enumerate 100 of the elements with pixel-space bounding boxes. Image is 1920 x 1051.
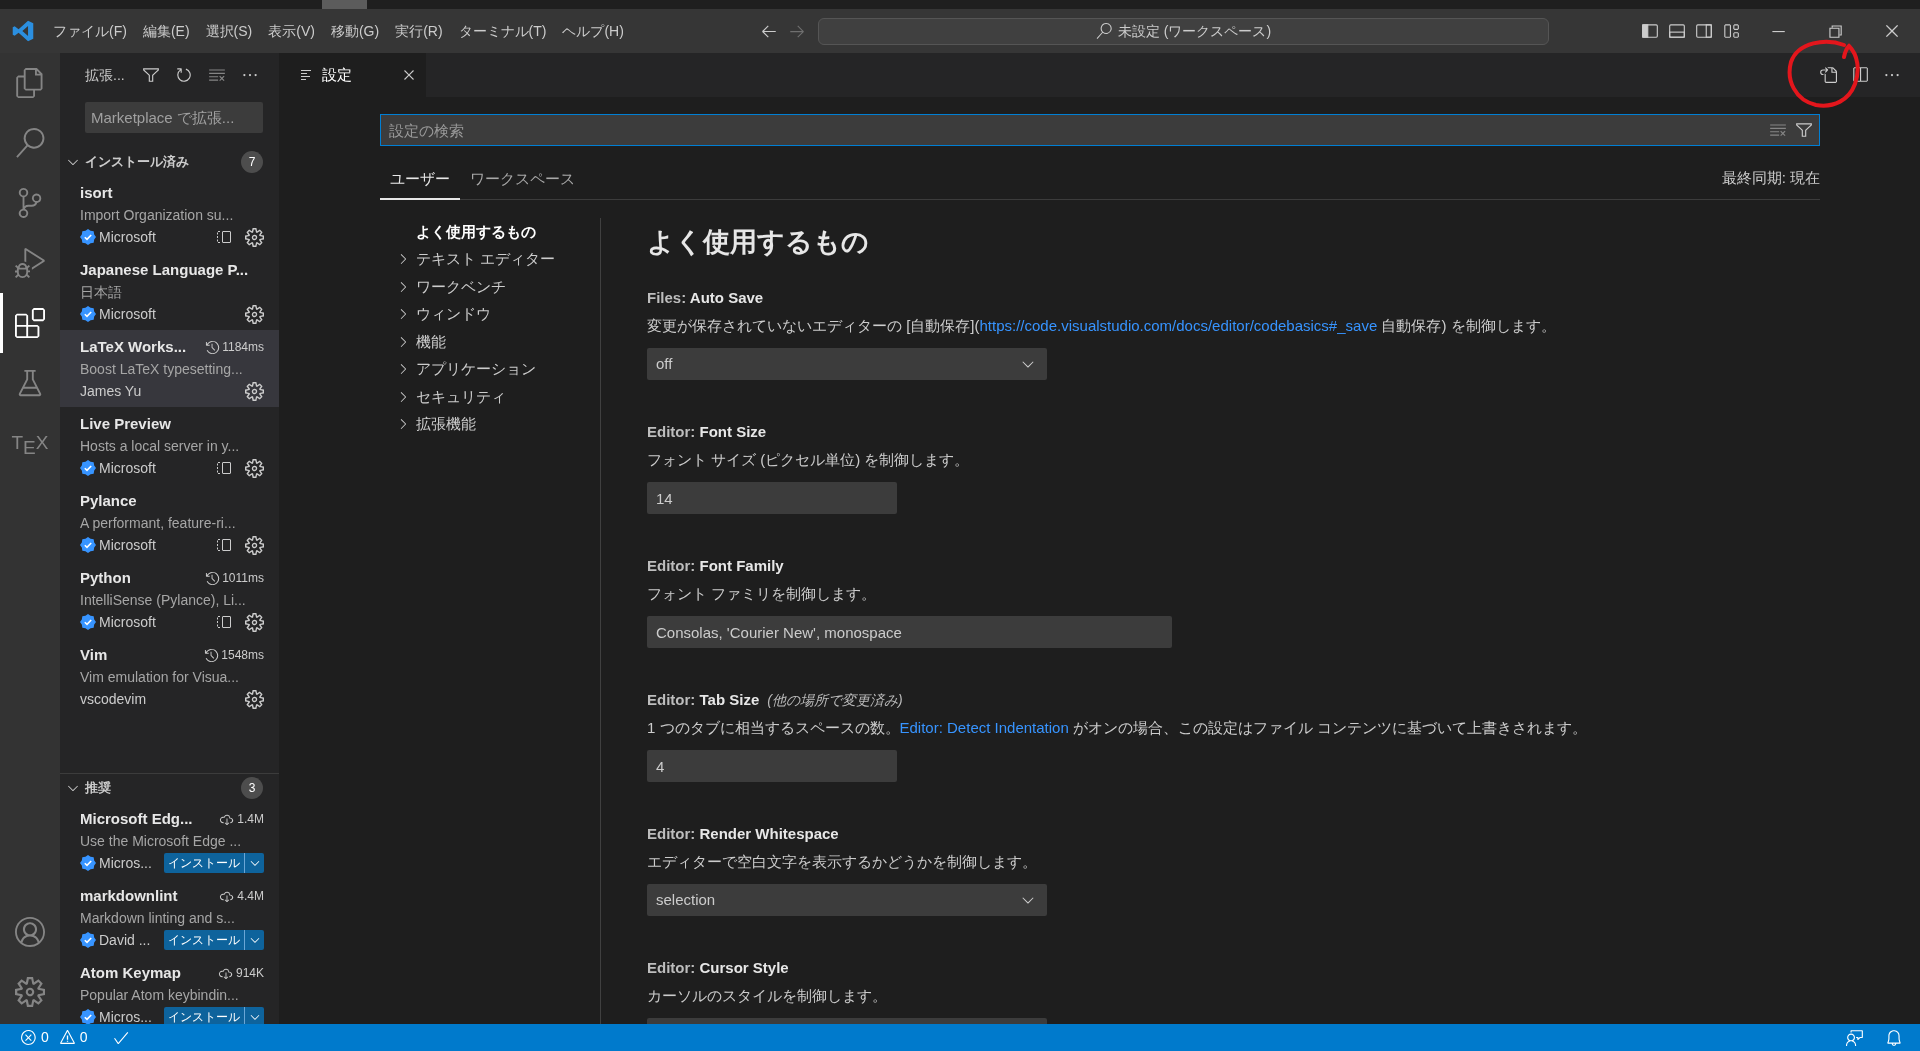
split-editor-icon[interactable]	[1851, 66, 1869, 84]
search-icon	[15, 128, 45, 158]
install-options-button[interactable]	[244, 1007, 264, 1024]
sidebar-right-icon[interactable]	[1694, 22, 1713, 40]
menu-item[interactable]: 移動(G)	[322, 16, 388, 46]
toc-item[interactable]: ウィンドウ	[380, 300, 600, 328]
menu-item[interactable]: 選択(S)	[197, 16, 261, 46]
editor-tab[interactable]: 設定	[279, 53, 426, 97]
install-button[interactable]: インストール	[164, 853, 244, 873]
section-header[interactable]: インストール済み 7	[60, 148, 279, 176]
toc-item[interactable]: テキスト エディター	[380, 245, 600, 273]
dropdown[interactable]: off	[647, 348, 1047, 380]
search-field[interactable]: 設定の検索	[380, 114, 1820, 146]
menu-item[interactable]: ターミナル(T)	[450, 16, 555, 46]
count-badge: 7	[241, 151, 263, 173]
clear-filter-icon[interactable]	[1769, 121, 1787, 139]
extension-item[interactable]: Microsoft Edg... 1.4M Use the Microsoft Edge ... Micros... インストール	[60, 802, 279, 879]
section-header[interactable]: 推奨 3	[60, 774, 279, 802]
problems-button[interactable]: 0 0	[14, 1024, 94, 1051]
filter-icon[interactable]	[142, 66, 160, 84]
extension-item[interactable]: Japanese Language P... 日本語 Microsoft	[60, 253, 279, 330]
refresh-icon[interactable]	[175, 66, 193, 84]
extension-item[interactable]: Vim 1548ms Vim emulation for Visua... vscodevim	[60, 638, 279, 715]
extension-item[interactable]: markdownlint 4.4M Markdown linting and s... David ... インストール	[60, 879, 279, 956]
setting-description: カーソルのスタイルを制御します。	[647, 986, 888, 1006]
publisher-name: vscodevim	[80, 689, 147, 709]
setting-title: Editor: Render Whitespace	[647, 823, 839, 844]
link[interactable]: Editor: Detect Indentation	[899, 719, 1069, 736]
menu-item[interactable]: 表示(V)	[260, 16, 323, 46]
panel-icon[interactable]	[215, 614, 233, 630]
extension-description: A performant, feature-ri...	[80, 513, 236, 533]
sidebar-left-icon[interactable]	[1640, 22, 1659, 40]
gear-icon[interactable]	[245, 227, 264, 247]
setting-description: 変更が保存されていないエディターの [自動保存](https://code.visualstudio.com/docs/editor/codebasics#_save 自動保存) を制御します。	[647, 316, 1557, 336]
extension-description: Vim emulation for Visua...	[80, 667, 239, 687]
command-center[interactable]: 未設定 (ワークスペース)	[818, 17, 1549, 45]
menu-item[interactable]: 編集(E)	[134, 16, 198, 46]
menu-item[interactable]: 実行(R)	[387, 16, 451, 46]
install-button[interactable]: インストール	[164, 930, 244, 950]
extension-item[interactable]: Live Preview Hosts a local server in y... Microsoft	[60, 407, 279, 484]
bell-icon[interactable]	[1885, 1028, 1903, 1047]
gear-icon[interactable]	[245, 381, 264, 401]
publisher-name: Microsoft	[99, 304, 156, 324]
filter-icon[interactable]	[1795, 121, 1813, 139]
setting-title: Editor: Font Family	[647, 555, 784, 576]
gear-icon[interactable]	[245, 535, 264, 555]
layout-icon[interactable]	[1721, 22, 1740, 40]
install-options-button[interactable]	[244, 853, 264, 873]
warning-icon	[58, 1029, 76, 1046]
search-field[interactable]: Marketplace で拡張...	[85, 102, 263, 133]
toc-item[interactable]: 機能	[380, 328, 600, 356]
gear-icon[interactable]	[245, 458, 264, 478]
menu-item[interactable]: ヘルプ(H)	[554, 16, 632, 46]
toc-item[interactable]: セキュリティ	[380, 383, 600, 411]
scope-tab[interactable]: ユーザー	[380, 160, 460, 200]
publisher-name: James Yu	[80, 381, 142, 401]
menu-item[interactable]: ファイル(F)	[45, 16, 135, 46]
publisher-name: Micros...	[99, 1007, 152, 1024]
feedback-icon[interactable]	[1846, 1028, 1864, 1047]
panel-icon[interactable]	[215, 229, 233, 245]
number-input[interactable]: 4	[647, 750, 897, 782]
gear-icon[interactable]	[245, 612, 264, 632]
extension-name: Pylance	[80, 490, 137, 511]
publisher-name: Microsoft	[99, 227, 156, 247]
number-input[interactable]: 14	[647, 482, 897, 514]
scope-tab[interactable]: ワークスペース	[460, 160, 585, 200]
install-options-button[interactable]	[244, 930, 264, 950]
modified-note: (他の場所で変更済み)	[767, 690, 903, 710]
extension-name: markdownlint	[80, 885, 178, 906]
toc-item[interactable]: アプリケーション	[380, 355, 600, 383]
toc-item[interactable]: 拡張機能	[380, 410, 600, 438]
extension-name: Japanese Language P...	[80, 259, 249, 280]
gear-icon[interactable]	[245, 689, 264, 709]
extension-description: IntelliSense (Pylance), Li...	[80, 590, 246, 610]
search-icon	[1095, 23, 1112, 39]
clear-all-icon[interactable]	[208, 66, 226, 84]
gear-icon[interactable]	[245, 304, 264, 324]
toc-item[interactable]: ワークベンチ	[380, 273, 600, 301]
panel-bottom-icon[interactable]	[1667, 22, 1686, 40]
setting-description: フォント サイズ (ピクセル単位) を制御します。	[647, 450, 971, 470]
setting-description: フォント ファミリを制御します。	[647, 584, 878, 604]
setting-title: Editor: Cursor Style	[647, 957, 789, 978]
setting-title: Editor: Font Size	[647, 421, 767, 442]
history-icon	[205, 570, 221, 586]
panel-icon[interactable]	[215, 537, 233, 553]
extension-item[interactable]: LaTeX Works... 1184ms Boost LaTeX typesetting... James Yu	[60, 330, 279, 407]
extension-name: Vim	[80, 644, 108, 665]
extension-item[interactable]: Pylance A performant, feature-ri... Microsoft	[60, 484, 279, 561]
activation-time: 1184ms	[222, 339, 264, 356]
extension-item[interactable]: Python 1011ms IntelliSense (Pylance), Li... Microsoft	[60, 561, 279, 638]
publisher-name: Microsoft	[99, 612, 156, 632]
link[interactable]: https://code.visualstudio.com/docs/editor/codebasics#_save	[979, 317, 1378, 334]
dropdown[interactable]: selection	[647, 884, 1047, 916]
document-arrow-icon[interactable]	[1819, 66, 1837, 84]
extension-item[interactable]: isort Import Organization su... Microsoft	[60, 176, 279, 253]
install-button[interactable]: インストール	[164, 1007, 244, 1024]
toc-item[interactable]: よく使用するもの	[380, 218, 600, 246]
text-input[interactable]: Consolas, 'Courier New', monospace	[647, 616, 1172, 648]
history-icon	[204, 647, 220, 663]
panel-icon[interactable]	[215, 460, 233, 476]
